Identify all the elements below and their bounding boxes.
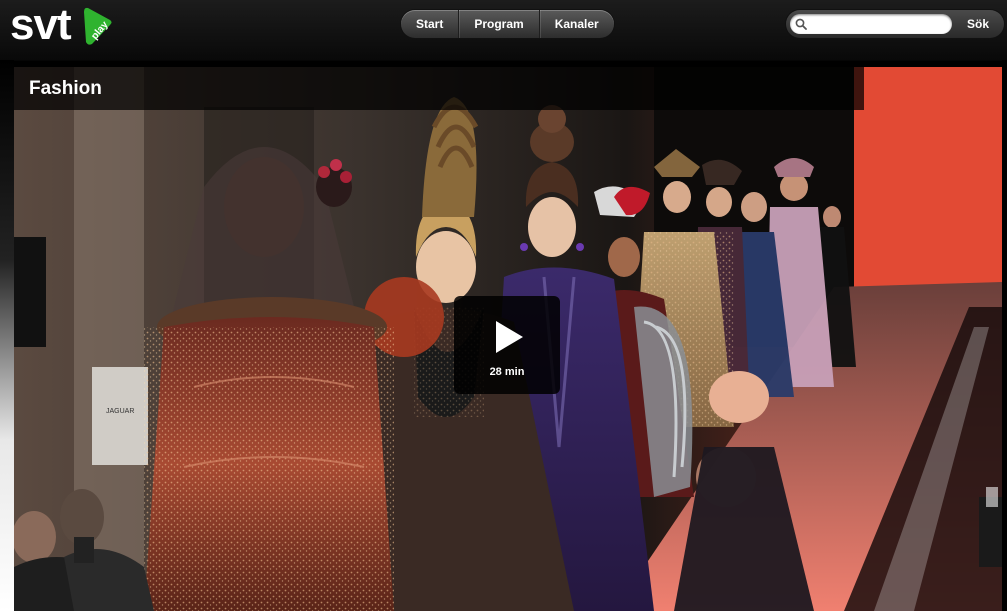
- video-duration: 28 min: [489, 366, 525, 378]
- search-input[interactable]: [810, 14, 946, 34]
- main-navigation: Start Program Kanaler: [401, 10, 614, 38]
- svt-play-page: svt play Start Program Kanaler Sök JAGUA…: [0, 0, 1007, 611]
- play-badge-icon: play: [84, 7, 112, 45]
- svt-play-logo[interactable]: svt play: [10, 2, 120, 52]
- featured-hero[interactable]: JAGUAR Fashion 28 min: [14, 67, 1002, 611]
- hero-title[interactable]: Fashion: [29, 67, 102, 110]
- nav-item-kanaler[interactable]: Kanaler: [538, 10, 614, 38]
- play-video-button[interactable]: 28 min: [454, 296, 560, 394]
- play-icon: [496, 321, 523, 353]
- nav-item-start[interactable]: Start: [401, 10, 458, 38]
- search-bar: Sök: [786, 10, 1004, 38]
- top-header: svt play Start Program Kanaler Sök: [0, 0, 1007, 60]
- svg-text:JAGUAR: JAGUAR: [106, 408, 134, 415]
- nav-item-program[interactable]: Program: [458, 10, 538, 38]
- search-field-wrapper: [790, 14, 952, 34]
- right-page-edge: [1002, 60, 1007, 611]
- left-page-gradient: [0, 60, 14, 611]
- hero-title-bar: Fashion: [14, 67, 864, 110]
- search-icon: [795, 18, 807, 30]
- search-button[interactable]: Sök: [956, 14, 1000, 34]
- logo-brand-text: svt: [10, 0, 72, 49]
